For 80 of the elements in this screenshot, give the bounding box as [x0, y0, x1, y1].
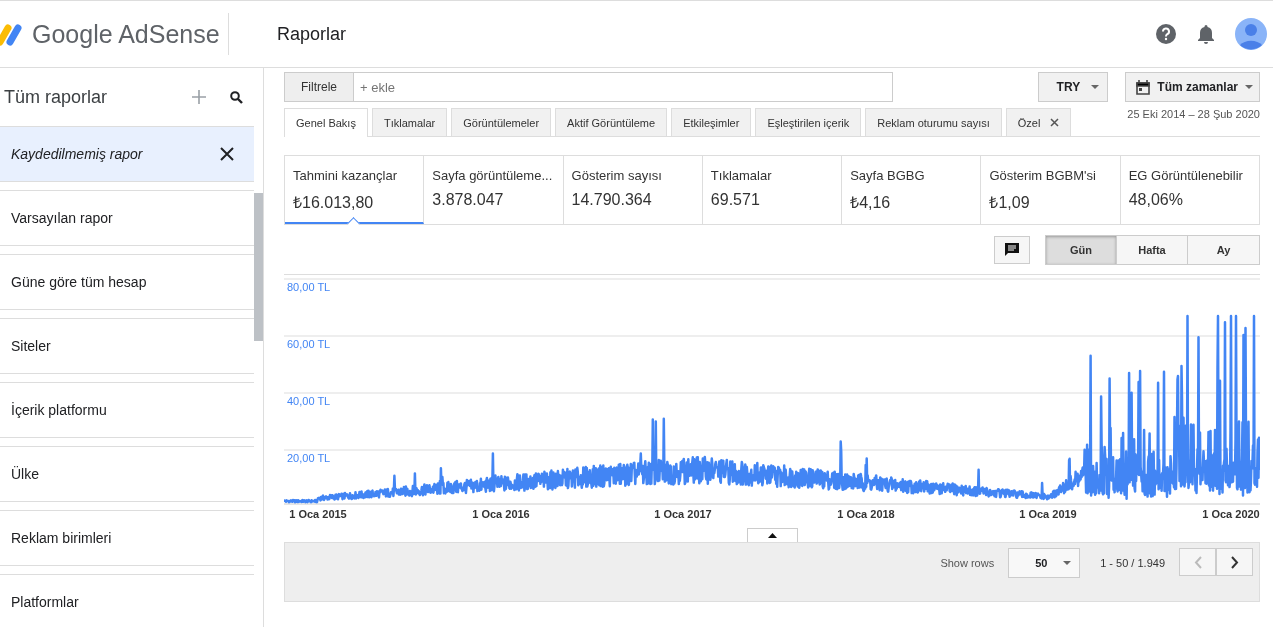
granularity-toggle[interactable]: Gün — [1046, 236, 1117, 264]
caret-down-icon — [1063, 561, 1072, 565]
metric-value: 69.571 — [710, 191, 761, 209]
avatar-icon[interactable] — [1235, 18, 1267, 50]
filter-field[interactable]: Filtrele + ekle — [284, 72, 893, 102]
report-list-item[interactable]: Reklam birimleri — [0, 510, 254, 566]
x-axis-label: 1 Oca 2019 — [1019, 508, 1077, 520]
report-tab[interactable]: Eşleştirilen içerik — [755, 108, 862, 136]
metric-label: EG Görüntülenebilir — [1128, 168, 1244, 183]
annotation-button[interactable] — [994, 236, 1030, 264]
next-page-button[interactable] — [1216, 548, 1253, 576]
sidebar-title: Tüm raporlar — [4, 86, 109, 108]
report-list-item[interactable]: Güne göre tüm hesap — [0, 254, 254, 310]
report-list-item[interactable]: Ülke — [0, 446, 254, 502]
chevron-right-icon — [1230, 555, 1239, 569]
metric-value: ₺1,09 — [989, 193, 1031, 213]
currency-dropdown[interactable]: TRY — [1037, 72, 1109, 102]
close-icon[interactable] — [1050, 118, 1060, 127]
metric-label: Tahmini kazançlar — [293, 168, 399, 183]
calendar-icon — [1136, 79, 1151, 95]
y-axis-label: 40,00 TL — [287, 395, 331, 407]
y-axis-label: 60,00 TL — [287, 338, 331, 350]
caret-up-icon — [767, 533, 777, 538]
metric-label: Gösterim BGBM'si — [989, 168, 1097, 183]
comment-icon — [1004, 242, 1020, 258]
x-axis-label: 1 Oca 2017 — [654, 508, 712, 520]
granularity-toggle[interactable]: Ay — [1188, 236, 1259, 264]
report-tab[interactable]: Reklam oturumu sayısı — [865, 108, 1002, 136]
granularity-toggle[interactable]: Hafta — [1117, 236, 1188, 264]
report-list-item[interactable]: Siteler — [0, 318, 254, 374]
show-rows-label: Show rows — [940, 557, 995, 569]
date-range-dropdown[interactable]: Tüm zamanlar — [1125, 72, 1260, 102]
x-axis-label: 1 Oca 2018 — [837, 508, 895, 520]
logo-icon — [0, 22, 22, 46]
metric-card[interactable]: EG Görüntülenebilir 48,06% — [1120, 156, 1259, 224]
caret-down-icon — [1091, 85, 1100, 89]
metric-card[interactable]: Sayfa görüntüleme... 3.878.047 — [424, 156, 564, 224]
date-range-text: 25 Eki 2014 – 28 Şub 2020 — [1127, 108, 1260, 120]
x-axis-label: 1 Oca 2016 — [472, 508, 530, 520]
metric-value: 3.878.047 — [432, 191, 505, 209]
close-icon[interactable] — [220, 147, 234, 161]
search-icon[interactable] — [230, 90, 243, 104]
metric-value: ₺16.013,80 — [293, 193, 375, 213]
scrollbar-thumb[interactable] — [254, 193, 263, 341]
report-tab[interactable]: Genel Bakış — [284, 108, 368, 137]
collapse-button[interactable] — [746, 528, 798, 542]
report-tab[interactable]: Etkileşimler — [671, 108, 752, 136]
report-tab[interactable]: Özel — [1005, 108, 1072, 136]
filter-button[interactable]: Filtrele — [285, 73, 354, 101]
y-axis-label: 20,00 TL — [287, 452, 331, 464]
metric-label: Sayfa görüntüleme... — [432, 168, 554, 183]
report-list-item[interactable]: İçerik platformu — [0, 382, 254, 438]
metric-label: Tıklamalar — [710, 168, 773, 183]
logo-text: Google AdSense — [32, 19, 220, 49]
y-axis-label: 80,00 TL — [287, 281, 331, 293]
x-axis-label: 1 Oca 2020 — [1202, 508, 1260, 520]
help-icon[interactable] — [1155, 23, 1177, 45]
page-title: Raporlar — [277, 23, 348, 45]
x-axis-label: 1 Oca 2015 — [289, 508, 347, 520]
metric-card[interactable]: Sayfa BGBG ₺4,16 — [842, 156, 982, 224]
chevron-left-icon — [1193, 555, 1202, 569]
rows-dropdown[interactable]: 50 — [1008, 548, 1081, 578]
metric-card[interactable]: Tıklamalar 69.571 — [702, 156, 843, 224]
metric-label: Sayfa BGBG — [850, 168, 926, 183]
notifications-icon[interactable] — [1197, 24, 1215, 44]
report-tab[interactable]: Tıklamalar — [371, 108, 448, 136]
report-list-item[interactable]: Platformlar — [0, 574, 254, 627]
metric-value: 48,06% — [1128, 191, 1184, 209]
report-list-item[interactable]: Kaydedilmemiş rapor — [0, 126, 254, 182]
caret-down-icon — [1245, 85, 1253, 89]
metric-value: ₺4,16 — [850, 193, 892, 213]
report-list-item[interactable]: Varsayılan rapor — [0, 190, 254, 246]
pagination-range: 1 - 50 / 1.949 — [1100, 557, 1165, 569]
metric-value: 14.790.364 — [571, 191, 653, 209]
metric-label: Gösterim sayısı — [571, 168, 663, 183]
report-tab[interactable]: Görüntülemeler — [451, 108, 552, 136]
metric-card[interactable]: Gösterim BGBM'si ₺1,09 — [981, 156, 1121, 224]
report-tab[interactable]: Aktif Görüntüleme — [555, 108, 668, 136]
metric-card[interactable]: Tahmini kazançlar ₺16.013,80 — [285, 156, 425, 224]
metric-card[interactable]: Gösterim sayısı 14.790.364 — [563, 156, 703, 224]
